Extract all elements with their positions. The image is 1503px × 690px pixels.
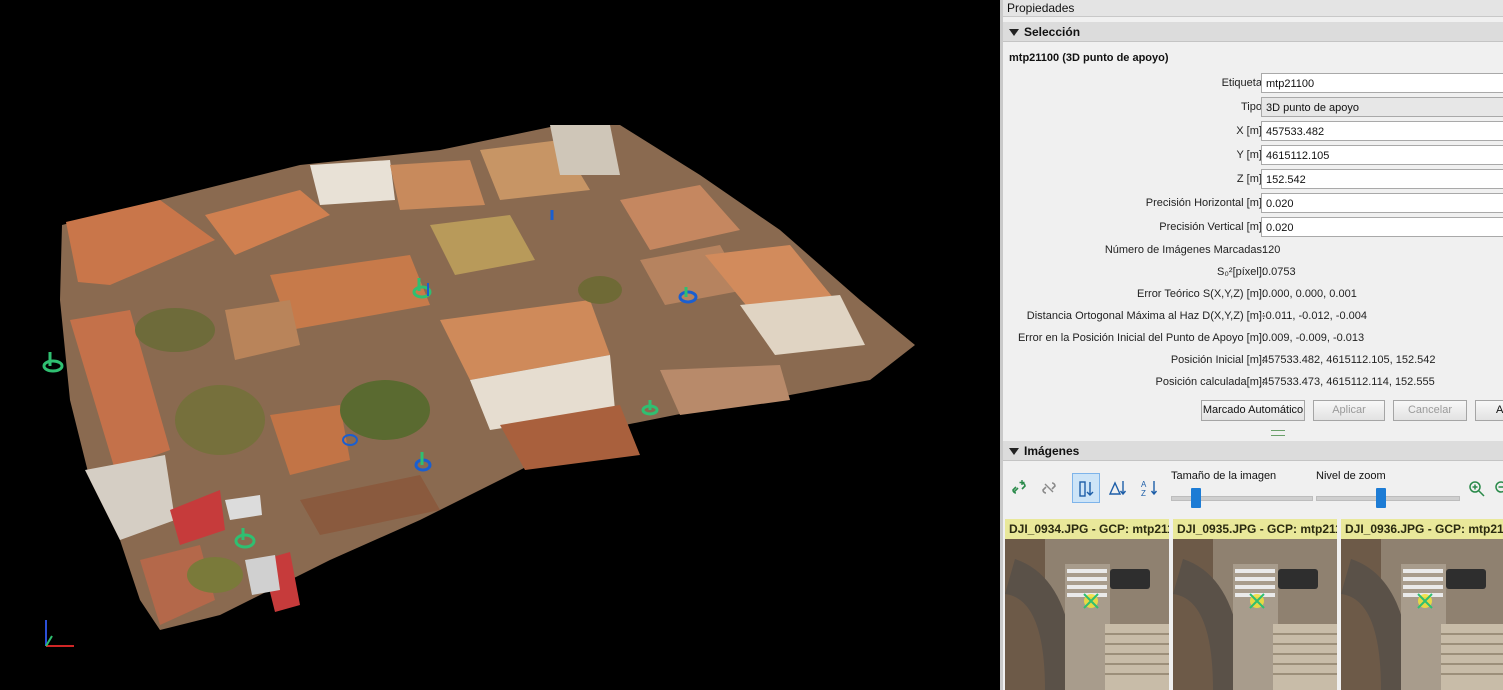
precision-horizontal-input[interactable]: 0.020	[1261, 193, 1503, 213]
field-label: Etiqueta:	[1221, 77, 1265, 89]
gcp-target-icon	[1083, 593, 1099, 609]
stat-error-teorico: Error Teórico S(X,Y,Z) [m]: 0.000, 0.000…	[1003, 284, 1503, 306]
aerial-image	[1173, 539, 1337, 690]
zoom-out-icon[interactable]	[1494, 480, 1503, 498]
image-thumbnail[interactable]: DJI_0934.JPG - GCP: mtp21100	[1005, 519, 1169, 690]
stat-label: Error en la Posición Inicial del Punto d…	[1017, 332, 1265, 344]
svg-text:A: A	[1141, 480, 1147, 489]
stat-label: Posición calculada[m]:	[1155, 376, 1265, 388]
apply-button[interactable]: Aplicar	[1313, 400, 1385, 421]
building-white	[310, 160, 395, 205]
stat-value: 457533.473, 4615112.114, 152.555	[1262, 376, 1435, 388]
zoom-level-slider-handle[interactable]	[1376, 488, 1386, 508]
sort-icon	[1079, 481, 1094, 497]
stat-posicion-calculada: Posición calculada[m]: 457533.473, 46151…	[1003, 372, 1503, 394]
stat-value: 0.0753	[1262, 266, 1296, 278]
svg-text:Z: Z	[1141, 489, 1146, 497]
collapse-triangle-icon[interactable]	[1009, 29, 1019, 36]
sort-alphabetical-button[interactable]: A Z	[1136, 473, 1164, 503]
field-tipo: Tipo: 3D punto de apoyo	[1003, 97, 1503, 119]
cancel-button[interactable]: Cancelar	[1393, 400, 1467, 421]
tree-canopy	[578, 276, 622, 304]
stat-error-posicion: Error en la Posición Inicial del Punto d…	[1003, 328, 1503, 350]
stat-label: S₀²[píxel]:	[1217, 266, 1265, 278]
auto-mark-button[interactable]: Marcado Automático	[1201, 400, 1305, 421]
roof	[390, 160, 485, 210]
selection-header-label: Selección	[1024, 25, 1081, 39]
stat-value: 0.000, 0.000, 0.001	[1262, 288, 1357, 300]
stat-value: -0.011, -0.012, -0.004	[1262, 310, 1367, 322]
splitter-grip-icon	[1271, 430, 1285, 436]
sort-triangle-icon	[1109, 481, 1127, 496]
stat-value: 0.009, -0.009, -0.013	[1262, 332, 1365, 344]
images-header-label: Imágenes	[1024, 444, 1080, 458]
zoom-in-icon[interactable]	[1468, 480, 1486, 498]
tree-canopy	[187, 557, 243, 593]
unlink-icon	[1042, 482, 1056, 494]
aerial-image	[1341, 539, 1503, 690]
axis-gizmo-icon	[45, 620, 74, 647]
sort-az-icon: A Z	[1141, 480, 1158, 497]
image-thumbnail[interactable]: DJI_0936.JPG - GCP: mtp21100	[1341, 519, 1503, 690]
thumbnail-label: DJI_0934.JPG - GCP: mtp21100	[1005, 519, 1169, 539]
aerial-image	[1005, 539, 1169, 690]
stat-s0: S₀²[píxel]: 0.0753	[1003, 262, 1503, 284]
field-etiqueta: Etiqueta: mtp21100	[1003, 73, 1503, 95]
thumbnail-label: DJI_0936.JPG - GCP: mtp21100	[1341, 519, 1503, 539]
garden	[340, 380, 430, 440]
field-x: X [m]: 457533.482	[1003, 121, 1503, 143]
image-size-label: Tamaño de la imagen	[1171, 470, 1277, 482]
sort-by-marked-button[interactable]	[1072, 473, 1100, 503]
field-precision-vertical: Precisión Vertical [m]: 0.020	[1003, 217, 1503, 239]
tree-canopy	[175, 385, 265, 455]
sort-by-error-button[interactable]	[1104, 473, 1132, 503]
gcp-marker[interactable]	[42, 352, 64, 373]
x-input[interactable]: 457533.482	[1261, 121, 1503, 141]
panel-title: Propiedades	[1003, 0, 1503, 17]
building-white	[550, 125, 620, 175]
properties-panel: Propiedades Selección mtp21100 (3D punto…	[1003, 0, 1503, 690]
stat-distancia: Distancia Ortogonal Máxima al Haz D(X,Y,…	[1003, 306, 1503, 328]
thumbnail-label: DJI_0935.JPG - GCP: mtp21100	[1173, 519, 1337, 539]
link-icon	[1012, 480, 1026, 494]
stat-label: Distancia Ortogonal Máxima al Haz D(X,Y,…	[1026, 310, 1265, 322]
field-z: Z [m]: 152.542	[1003, 169, 1503, 191]
stat-value: 120	[1262, 244, 1281, 256]
stat-label: Error Teórico S(X,Y,Z) [m]:	[1137, 288, 1265, 300]
stat-label: Posición Inicial [m]:	[1170, 354, 1265, 366]
extra-button[interactable]: A	[1475, 400, 1503, 421]
stat-value: 457533.482, 4615112.105, 152.542	[1262, 354, 1436, 366]
tree-canopy	[135, 308, 215, 352]
link-images-button[interactable]	[1005, 473, 1033, 503]
section-splitter[interactable]	[1003, 426, 1503, 438]
gcp-target-icon	[1249, 593, 1265, 609]
etiqueta-input[interactable]: mtp21100	[1261, 73, 1503, 93]
unlink-images-button[interactable]	[1035, 473, 1063, 503]
stat-label: Número de Imágenes Marcadas:	[1104, 244, 1265, 256]
field-label: Precisión Vertical [m]:	[1159, 221, 1265, 233]
stat-posicion-inicial: Posición Inicial [m]: 457533.482, 461511…	[1003, 350, 1503, 372]
zoom-level-label: Nivel de zoom	[1316, 470, 1386, 482]
gcp-target-icon	[1417, 593, 1433, 609]
images-section-header[interactable]: Imágenes	[1003, 441, 1503, 461]
image-thumbnail-selected[interactable]: DJI_0935.JPG - GCP: mtp21100	[1173, 519, 1337, 690]
collapse-triangle-icon[interactable]	[1009, 448, 1019, 455]
field-precision-horizontal: Precisión Horizontal [m]: 0.020	[1003, 193, 1503, 215]
3d-viewport[interactable]	[0, 0, 1000, 690]
y-input[interactable]: 4615112.105	[1261, 145, 1503, 165]
selected-object-title: mtp21100 (3D punto de apoyo)	[1009, 52, 1169, 64]
stat-num-imagenes: Número de Imágenes Marcadas: 120	[1003, 240, 1503, 262]
field-label: Precisión Horizontal [m]:	[1145, 197, 1265, 209]
zoom-level-slider-track[interactable]	[1316, 496, 1460, 501]
selection-section-header[interactable]: Selección	[1003, 22, 1503, 42]
roof	[660, 365, 790, 415]
image-size-slider-handle[interactable]	[1191, 488, 1201, 508]
precision-vertical-input[interactable]: 0.020	[1261, 217, 1503, 237]
z-input[interactable]: 152.542	[1261, 169, 1503, 189]
field-y: Y [m]: 4615112.105	[1003, 145, 1503, 167]
point-cloud-render[interactable]	[0, 0, 1000, 690]
tipo-field: 3D punto de apoyo	[1261, 97, 1503, 117]
